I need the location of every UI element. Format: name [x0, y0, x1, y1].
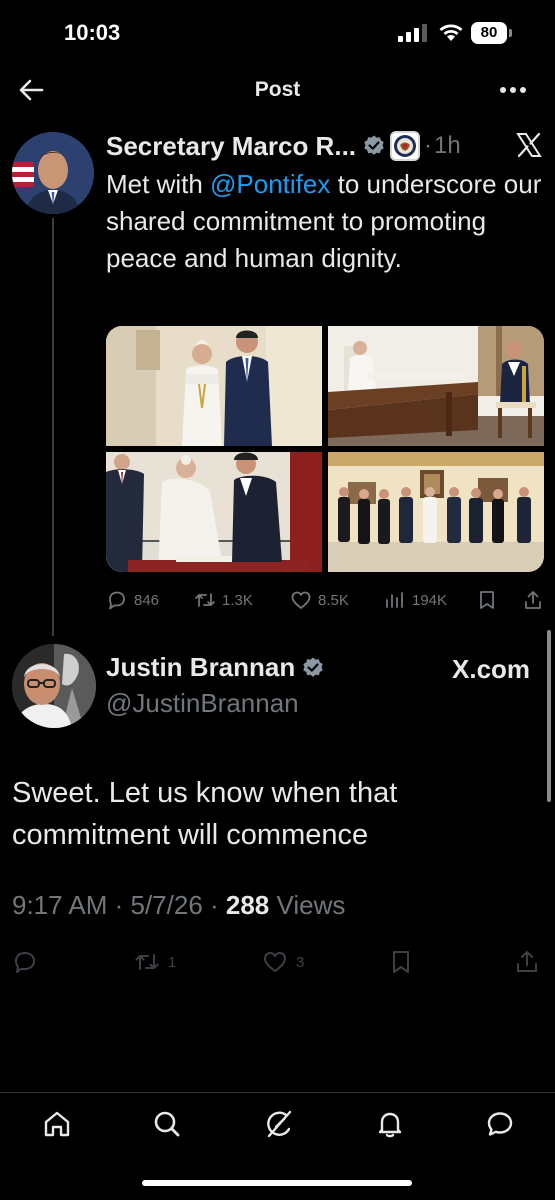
share-icon — [517, 951, 537, 972]
reply-button[interactable] — [12, 948, 38, 976]
tweet2-author-row: Justin Brannan — [106, 652, 325, 683]
state-department-seal-icon — [390, 131, 421, 161]
share-icon — [525, 591, 541, 609]
repost-icon — [195, 593, 215, 607]
photo-4[interactable] — [328, 452, 544, 572]
tweet-text-part: Met with — [106, 169, 211, 199]
like-icon — [264, 952, 286, 972]
views-icon — [386, 592, 403, 608]
bookmark-icon — [480, 591, 494, 609]
like-icon — [291, 591, 311, 609]
views-label: Views — [269, 890, 346, 920]
tweet1-author-row: Secretary Marco R... · 1h — [106, 130, 461, 162]
cellular-signal-icon — [398, 24, 427, 42]
scrollbar[interactable] — [547, 630, 551, 802]
author-handle[interactable]: @JustinBrannan — [106, 688, 299, 719]
verified-badge-icon — [303, 657, 323, 677]
share-button[interactable] — [514, 948, 540, 976]
like-button[interactable]: 8.5K — [290, 588, 349, 612]
like-button[interactable]: 3 — [262, 948, 304, 976]
page-title: Post — [254, 78, 301, 101]
bookmark-button[interactable] — [476, 588, 498, 612]
repost-count: 1.3K — [222, 591, 253, 609]
search-icon[interactable] — [152, 1109, 182, 1139]
battery-level: 80 — [480, 24, 498, 41]
home-icon[interactable] — [42, 1109, 72, 1139]
wifi-icon — [439, 24, 463, 41]
like-count: 8.5K — [318, 591, 349, 609]
photo-2[interactable] — [328, 326, 544, 446]
mention-link[interactable]: @Pontifex — [210, 169, 330, 199]
post-timestamp: 9:17 AM · 5/7/26 · — [12, 890, 226, 920]
share-button[interactable] — [522, 588, 544, 612]
post-time[interactable]: 1h — [434, 132, 461, 160]
verified-badge-icon — [364, 135, 384, 155]
notifications-icon[interactable] — [375, 1109, 405, 1139]
repost-button[interactable]: 1 — [134, 948, 176, 976]
time-separator: · — [424, 132, 433, 159]
photo-1[interactable] — [106, 326, 322, 446]
home-indicator[interactable] — [142, 1180, 412, 1186]
tweet2-text: Sweet. Let us know when that commitment … — [12, 777, 398, 851]
thread-line — [52, 218, 54, 636]
bookmark-icon — [393, 951, 409, 973]
post-meta: 9:17 AM · 5/7/26 · 288 Views — [12, 890, 345, 921]
messages-icon[interactable] — [485, 1109, 515, 1139]
reply-icon — [15, 952, 35, 973]
grok-icon[interactable] — [264, 1109, 294, 1139]
reply-count: 846 — [134, 591, 160, 609]
repost-count: 1 — [168, 953, 177, 971]
post-header: Post — [0, 62, 555, 118]
reply-icon — [109, 591, 125, 610]
status-bar: 10:03 80 — [0, 0, 555, 62]
photo-3[interactable] — [106, 452, 322, 572]
reply-button[interactable]: 846 — [106, 588, 159, 612]
battery-icon: 80 — [471, 22, 513, 44]
tweet1-actions: 846 1.3K 8.5K 194K — [106, 588, 546, 612]
media-grid — [106, 326, 544, 572]
x-com-label: X.com — [452, 654, 531, 684]
author-name[interactable]: Justin Brannan — [106, 652, 295, 683]
bookmark-button[interactable] — [388, 948, 414, 976]
views-total[interactable]: 288 — [226, 890, 269, 920]
status-time: 10:03 — [64, 20, 121, 45]
more-icon[interactable] — [496, 76, 530, 104]
views-count: 194K — [412, 591, 448, 609]
repost-button[interactable]: 1.3K — [194, 588, 253, 612]
x-logo-icon[interactable] — [516, 132, 542, 158]
tweet1-text: Met with @Pontifex to underscore our sha… — [106, 166, 546, 277]
avatar[interactable] — [12, 644, 96, 728]
repost-icon — [135, 954, 159, 970]
name-ellipsis: ... — [334, 130, 357, 161]
tweet2-actions: 1 3 — [12, 948, 544, 976]
avatar[interactable] — [12, 132, 94, 214]
author-name[interactable]: Secretary Marco R — [106, 131, 334, 162]
views-button[interactable]: 194K — [384, 588, 447, 612]
like-count: 3 — [296, 953, 305, 971]
